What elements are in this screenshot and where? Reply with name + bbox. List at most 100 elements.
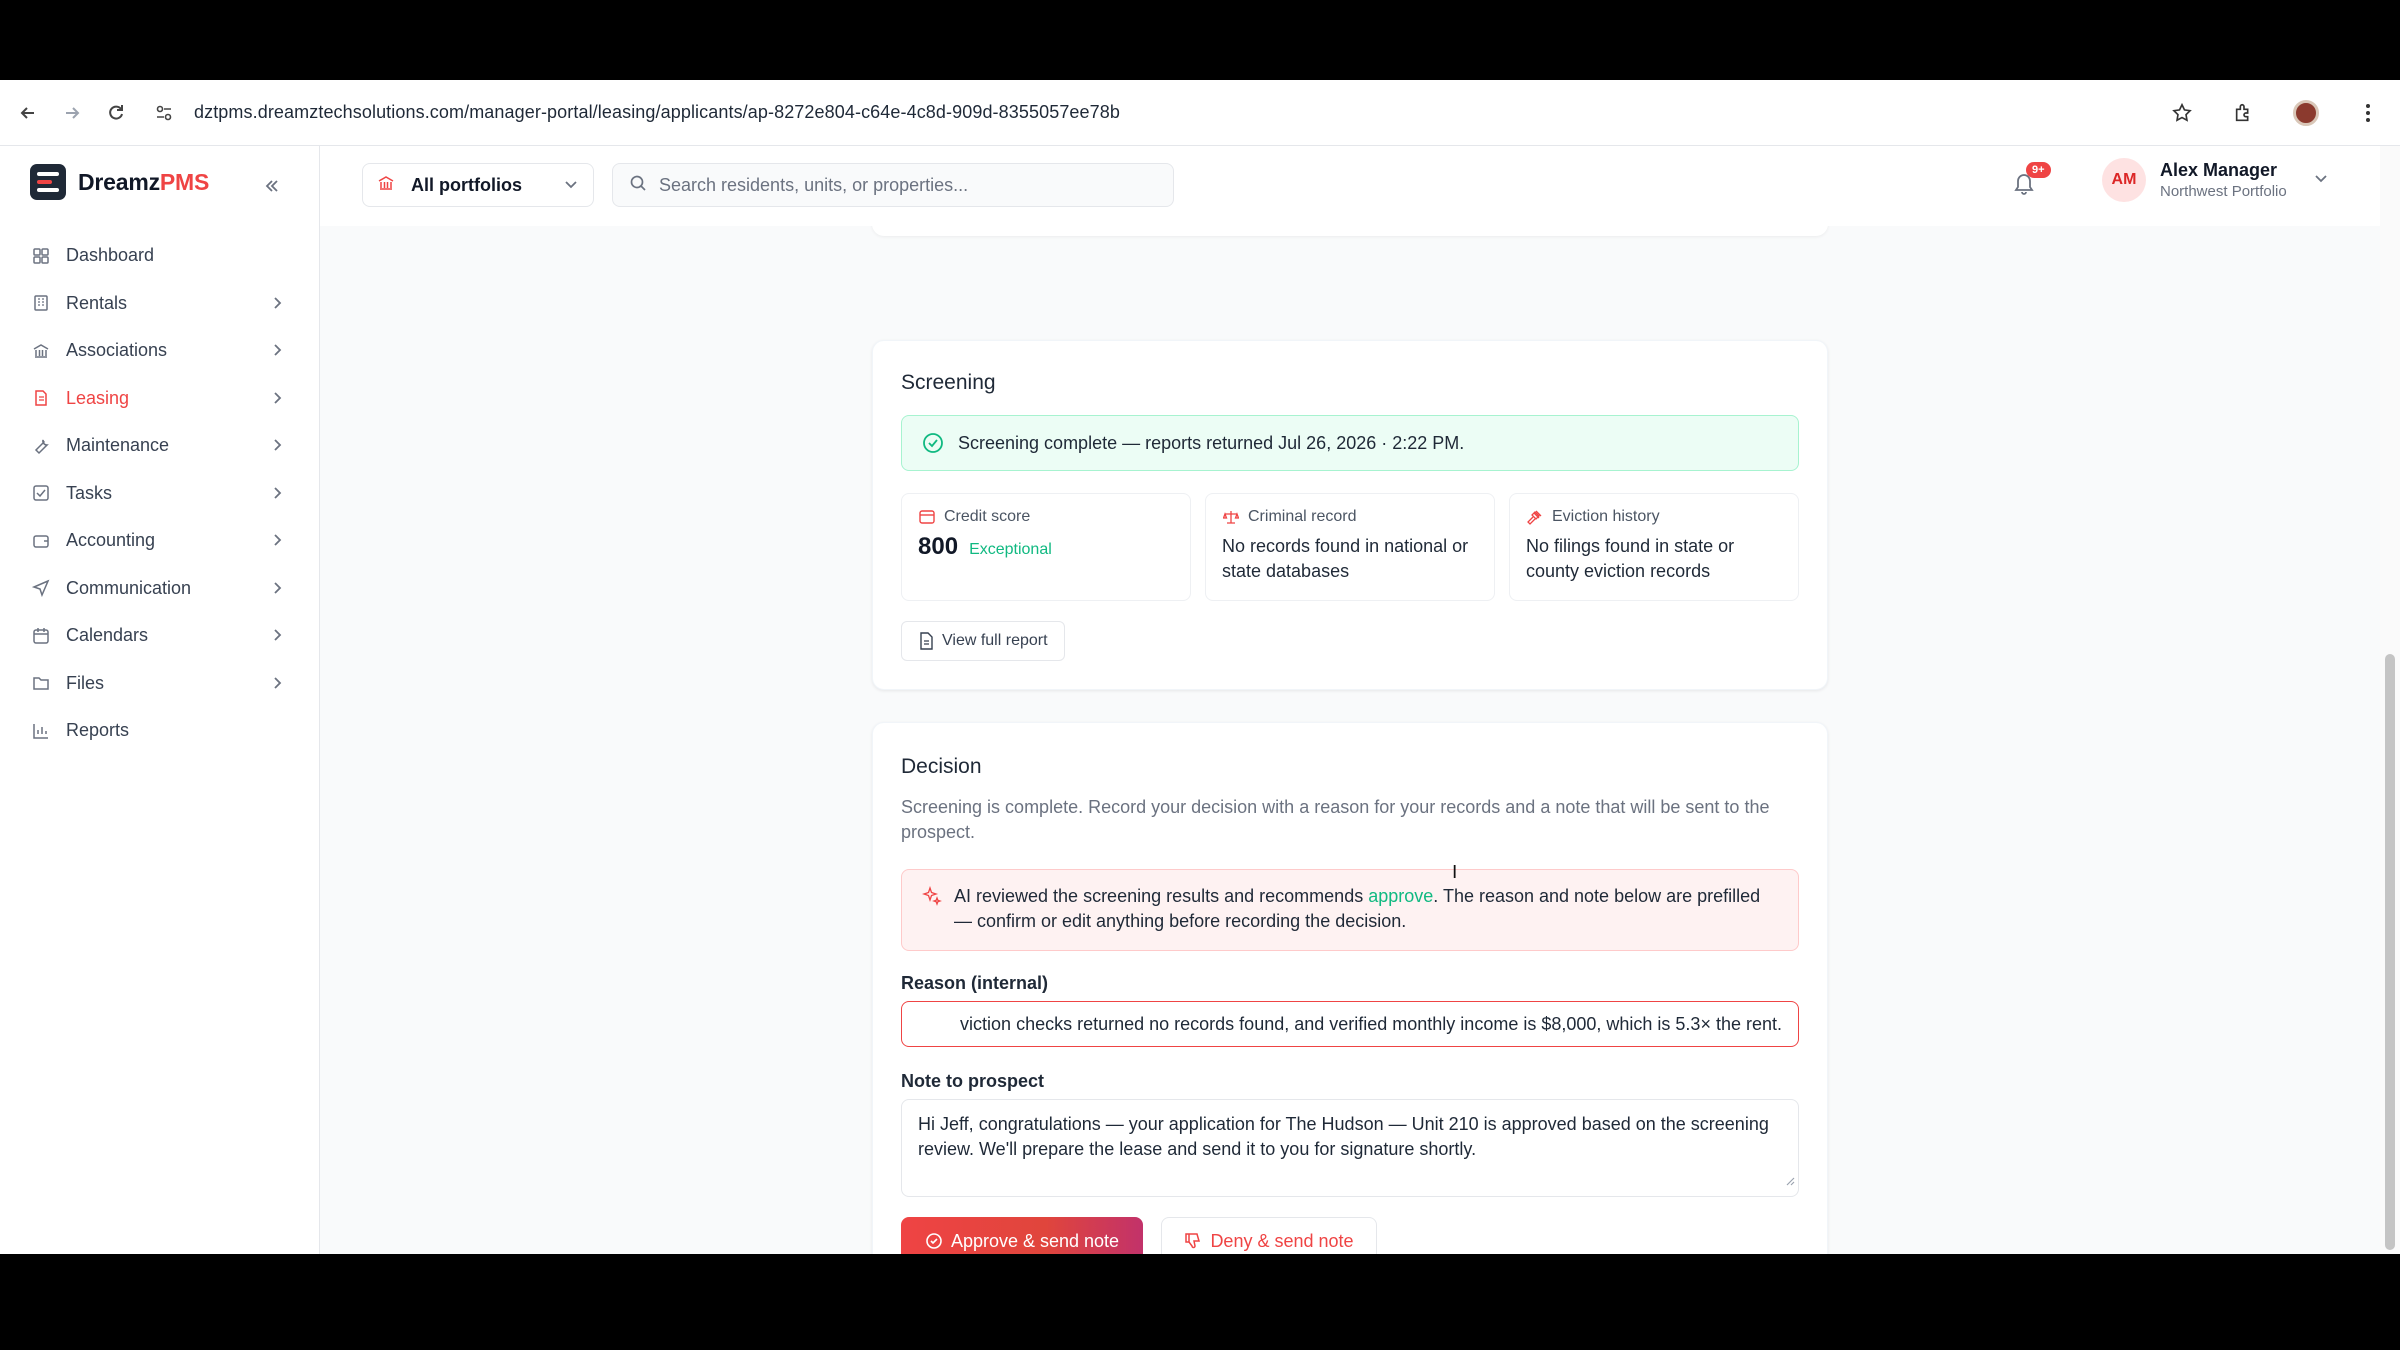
sidebar-item-communication[interactable]: Communication — [16, 565, 304, 613]
sidebar-item-rentals[interactable]: Rentals — [16, 280, 304, 328]
screen: dztpms.dreamztechsolutions.com/manager-p… — [0, 80, 2400, 1254]
sidebar-item-files[interactable]: Files — [16, 660, 304, 708]
profile-icon[interactable] — [2286, 91, 2326, 135]
bar-chart-icon — [30, 720, 52, 742]
dashboard-icon — [30, 245, 52, 267]
notifications-button[interactable]: 9+ — [2012, 162, 2051, 202]
user-portfolio: Northwest Portfolio — [2160, 183, 2287, 200]
thumbs-down-icon — [1184, 1232, 1202, 1250]
browser-menu-icon[interactable] — [2348, 91, 2388, 135]
send-icon — [30, 577, 52, 599]
wrench-icon — [30, 435, 52, 457]
deny-send-note-button[interactable]: Deny & send note — [1161, 1217, 1377, 1254]
search-icon — [629, 174, 647, 197]
reason-label: Reason (internal) — [901, 973, 1049, 993]
top-black-bar — [0, 0, 2400, 80]
screening-status-banner: Screening complete — reports returned Ju… — [901, 415, 1799, 471]
chevron-right-icon — [268, 673, 288, 693]
sidebar-item-tasks[interactable]: Tasks — [16, 470, 304, 518]
sidebar-nav: Dashboard Rentals Associations Leasing M… — [16, 232, 304, 755]
brand-mark-icon — [30, 164, 66, 200]
bookmark-star-icon[interactable] — [2162, 91, 2202, 135]
decision-title: Decision — [901, 755, 982, 778]
chevron-right-icon — [268, 340, 288, 360]
bottom-black-bar — [0, 1254, 2400, 1350]
checkbox-icon — [30, 482, 52, 504]
resize-handle-icon[interactable] — [1785, 1168, 1795, 1193]
sidebar-item-label: Files — [66, 672, 105, 693]
reason-input-value: viction checks returned no records found… — [960, 1014, 1782, 1034]
chevron-right-icon — [268, 293, 288, 313]
criminal-record-label: Criminal record — [1248, 508, 1357, 525]
gavel-icon — [1526, 508, 1544, 526]
approve-send-note-button[interactable]: Approve & send note — [901, 1217, 1143, 1254]
reason-input[interactable]: viction checks returned no records found… — [901, 1001, 1799, 1047]
screening-card: Screening Screening complete — reports r… — [872, 340, 1828, 690]
view-full-report-button[interactable]: View full report — [901, 621, 1065, 661]
sidebar-item-leasing[interactable]: Leasing — [16, 375, 304, 423]
document-icon — [918, 632, 934, 650]
avatar: AM — [2102, 158, 2146, 202]
sidebar-item-associations[interactable]: Associations — [16, 327, 304, 375]
reload-icon[interactable] — [94, 91, 138, 135]
portfolio-select[interactable]: All portfolios — [362, 163, 594, 207]
note-to-prospect-value: Hi Jeff, congratulations — your applicat… — [918, 1114, 1769, 1159]
sidebar-item-dashboard[interactable]: Dashboard — [16, 232, 304, 280]
notifications-badge: 9+ — [2026, 162, 2051, 178]
eviction-history-tile: Eviction history No filings found in sta… — [1509, 493, 1799, 601]
brand-logo[interactable]: DreamzPMS — [30, 164, 209, 200]
search-box — [612, 163, 1174, 207]
portfolio-select-value: All portfolios — [411, 174, 522, 195]
sidebar-item-label: Leasing — [66, 387, 130, 408]
chevron-right-icon — [268, 530, 288, 550]
forward-icon[interactable] — [50, 91, 94, 135]
credit-score-rating: Exceptional — [969, 541, 1052, 558]
address-bar[interactable]: dztpms.dreamztechsolutions.com/manager-p… — [194, 102, 1120, 123]
sidebar-item-label: Rentals — [66, 292, 128, 313]
sidebar-item-label: Associations — [66, 340, 168, 361]
calendar-icon — [30, 625, 52, 647]
sparkles-icon — [921, 885, 942, 913]
building-icon — [30, 292, 52, 314]
app-header: All portfolios 9+ AM Alex Manager Northw… — [320, 146, 2380, 226]
sidebar: DreamzPMS Dashboard Rentals Associations — [0, 146, 320, 1254]
site-info-icon[interactable] — [142, 91, 186, 135]
collapse-sidebar-icon[interactable] — [258, 172, 286, 200]
search-input[interactable] — [659, 174, 1139, 196]
screening-status-text: Screening complete — reports returned Ju… — [958, 432, 1465, 453]
note-to-prospect-textarea[interactable]: Hi Jeff, congratulations — your applicat… — [901, 1099, 1799, 1197]
sidebar-item-accounting[interactable]: Accounting — [16, 517, 304, 565]
scale-icon — [1222, 508, 1240, 526]
deny-send-note-label: Deny & send note — [1210, 1230, 1354, 1251]
approve-send-note-label: Approve & send note — [950, 1230, 1120, 1251]
note-label: Note to prospect — [901, 1071, 1045, 1091]
sidebar-item-label: Accounting — [66, 530, 156, 551]
user-name: Alex Manager — [2160, 160, 2278, 180]
sidebar-item-reports[interactable]: Reports — [16, 707, 304, 755]
scrollbar-thumb[interactable] — [2385, 654, 2395, 1250]
chevron-right-icon — [268, 388, 288, 408]
extensions-icon[interactable] — [2224, 91, 2264, 135]
chevron-right-icon — [268, 578, 288, 598]
wallet-icon — [30, 530, 52, 552]
credit-card-icon — [918, 508, 936, 526]
sidebar-item-calendars[interactable]: Calendars — [16, 612, 304, 660]
landmark-icon — [30, 340, 52, 362]
back-icon[interactable] — [6, 91, 50, 135]
sidebar-item-label: Tasks — [66, 482, 113, 503]
folder-icon — [30, 672, 52, 694]
decision-description: Screening is complete. Record your decis… — [901, 797, 1770, 842]
chevron-right-icon — [268, 625, 288, 645]
browser-toolbar: dztpms.dreamztechsolutions.com/manager-p… — [0, 80, 2400, 146]
text-cursor-icon: I — [1452, 862, 1458, 883]
page-scrollbar[interactable] — [2380, 146, 2400, 1254]
chevron-down-icon — [2313, 170, 2329, 191]
sidebar-item-label: Maintenance — [66, 435, 170, 456]
landmark-icon — [377, 174, 395, 197]
sidebar-item-maintenance[interactable]: Maintenance — [16, 422, 304, 470]
ai-recommendation-banner: AI reviewed the screening results and re… — [901, 869, 1799, 951]
user-menu[interactable]: AM Alex Manager Northwest Portfolio — [2102, 158, 2329, 202]
ai-recommendation: approve — [1368, 886, 1434, 906]
sidebar-item-label: Dashboard — [66, 245, 155, 266]
credit-score-label: Credit score — [944, 508, 1031, 525]
